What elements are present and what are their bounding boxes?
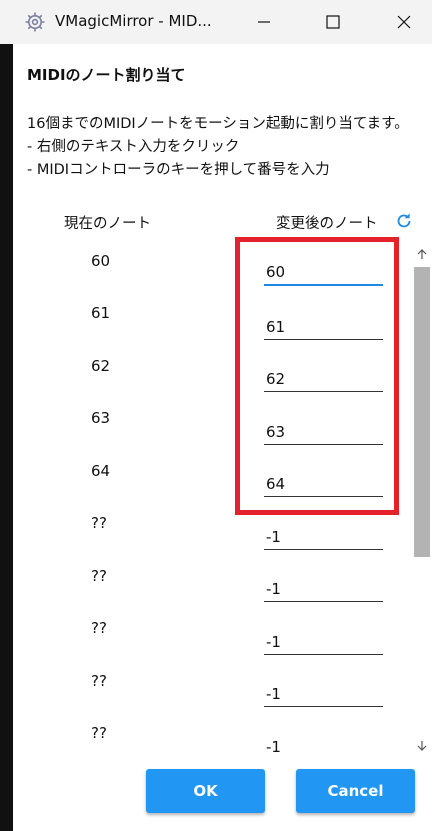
current-note-unassigned: ??	[91, 724, 107, 742]
current-note-64: 64	[91, 462, 111, 480]
current-note-63: 63	[91, 409, 111, 427]
current-note-unassigned: ??	[91, 514, 107, 532]
arrow-down-icon	[416, 737, 428, 756]
app-gear-icon	[24, 11, 46, 33]
maximize-button[interactable]	[309, 0, 357, 44]
dialog-content: MIDIのノート割り当て 16個までのMIDIノートをモーション起動に割り当てま…	[13, 44, 432, 831]
new-note-input[interactable]	[264, 681, 383, 707]
vertical-scrollbar[interactable]	[411, 243, 432, 765]
description-line: - 右側のテキスト入力をクリック	[27, 139, 240, 155]
current-note-unassigned: ??	[91, 567, 107, 585]
minimize-button[interactable]	[240, 0, 288, 44]
scroll-thumb[interactable]	[414, 267, 430, 557]
window-title: VMagicMirror - MID...	[55, 12, 212, 30]
ok-button[interactable]: OK	[146, 769, 265, 813]
new-note-input[interactable]	[264, 734, 383, 760]
dialog-heading: MIDIのノート割り当て	[27, 66, 186, 84]
cancel-button[interactable]: Cancel	[296, 769, 415, 813]
new-note-input[interactable]	[264, 260, 383, 286]
minimize-icon	[257, 15, 271, 29]
new-note-input[interactable]	[264, 366, 383, 392]
maximize-icon	[326, 15, 340, 29]
current-note-60: 60	[91, 252, 111, 270]
current-note-header: 現在のノート	[64, 216, 151, 232]
current-note-unassigned: ??	[91, 672, 107, 690]
window-left-edge	[0, 44, 13, 831]
current-note-62: 62	[91, 357, 111, 375]
title-bar: VMagicMirror - MID...	[0, 0, 432, 44]
new-note-input[interactable]	[264, 524, 383, 550]
scroll-up-button[interactable]	[411, 243, 432, 265]
arrow-up-icon	[416, 245, 428, 264]
scroll-down-button[interactable]	[411, 735, 432, 757]
description-line: 16個までのMIDIノートをモーション起動に割り当てます。	[27, 116, 409, 132]
close-icon	[397, 15, 411, 29]
new-note-input[interactable]	[264, 471, 383, 497]
new-note-header: 変更後のノート	[276, 216, 378, 232]
new-note-input[interactable]	[264, 576, 383, 602]
current-note-unassigned: ??	[91, 619, 107, 637]
new-note-input[interactable]	[264, 629, 383, 655]
new-note-input[interactable]	[264, 314, 383, 340]
current-note-61: 61	[91, 304, 111, 322]
refresh-icon[interactable]	[394, 211, 414, 231]
close-button[interactable]	[380, 0, 428, 44]
description-line: - MIDIコントローラのキーを押して番号を入力	[27, 162, 330, 178]
new-note-input[interactable]	[264, 419, 383, 445]
